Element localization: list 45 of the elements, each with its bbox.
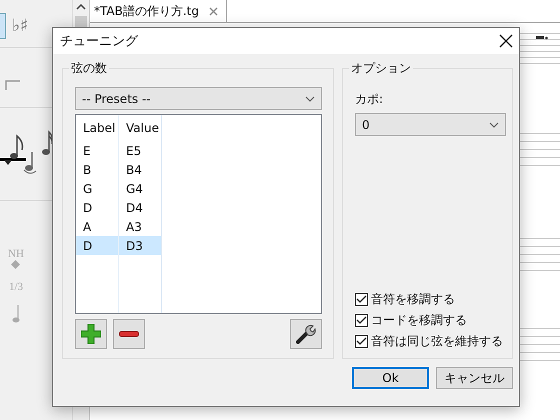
note-icon[interactable]: [41, 130, 53, 158]
window-title: チューニング: [60, 33, 140, 50]
table-cell: B: [76, 160, 119, 179]
table-cell: G4: [119, 179, 162, 198]
remove-button[interactable]: [113, 319, 145, 349]
presets-dropdown[interactable]: -- Presets --: [75, 87, 322, 110]
tie-note-icon[interactable]: [23, 152, 37, 174]
cancel-button[interactable]: キャンセル: [436, 367, 513, 389]
plus-icon: [81, 324, 101, 344]
table-cell: D3: [119, 236, 162, 255]
ok-button[interactable]: Ok: [352, 367, 429, 389]
accidentals-button[interactable]: ♭♯: [12, 16, 28, 36]
check-icon: [356, 295, 367, 304]
capo-label: カポ:: [355, 91, 384, 108]
add-button[interactable]: [75, 319, 107, 349]
diamond-icon: [11, 260, 20, 269]
group-label: 弦の数: [69, 60, 109, 77]
rest-mark-icon: [536, 36, 548, 40]
table-cell: B4: [119, 160, 162, 179]
table-cell: G: [76, 179, 119, 198]
table-cell: D: [76, 236, 119, 255]
table-cell: D4: [119, 198, 162, 217]
checkbox[interactable]: [355, 293, 368, 306]
table-cell: D: [76, 198, 119, 217]
chevron-down-icon: [489, 122, 499, 128]
checkbox-label: 音符は同じ弦を維持する: [371, 333, 503, 350]
dropdown-arrow-icon[interactable]: [4, 160, 12, 165]
checkbox-label: コードを移調する: [371, 312, 467, 329]
chevron-down-icon: [305, 96, 315, 102]
note-icon[interactable]: [0, 134, 26, 164]
column-header[interactable]: Value: [119, 115, 162, 141]
settings-button[interactable]: [290, 319, 322, 349]
capo-dropdown[interactable]: 0: [355, 113, 506, 136]
column-header[interactable]: Label: [76, 115, 119, 141]
checkbox[interactable]: [355, 335, 368, 348]
checkbox-label: 音符を移調する: [371, 291, 455, 308]
check-icon: [356, 316, 367, 325]
close-icon[interactable]: [499, 34, 513, 48]
scroll-up-icon[interactable]: [76, 4, 86, 10]
check-icon: [356, 337, 367, 346]
wrench-icon: [296, 324, 316, 344]
table-cell: E5: [119, 141, 162, 160]
minus-icon: [119, 331, 139, 337]
table-cell: E: [76, 141, 119, 160]
checkbox[interactable]: [355, 314, 368, 327]
